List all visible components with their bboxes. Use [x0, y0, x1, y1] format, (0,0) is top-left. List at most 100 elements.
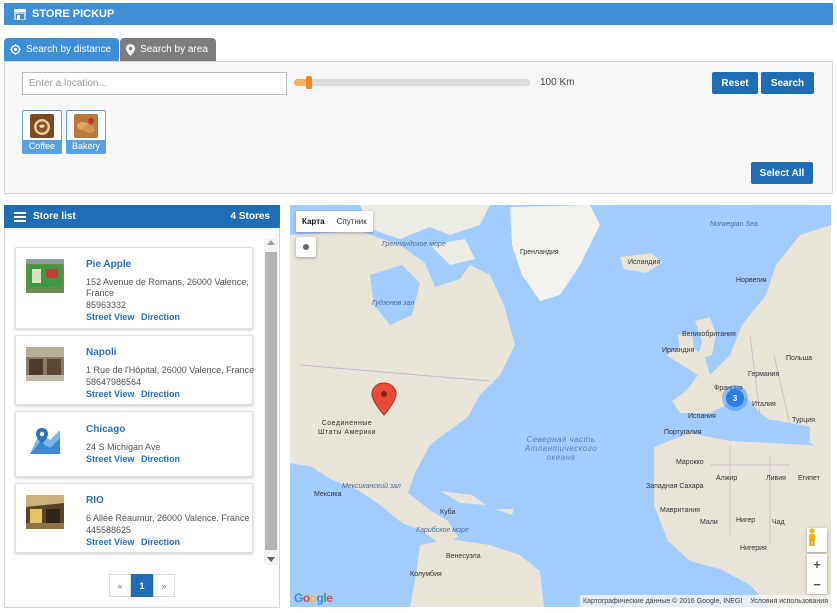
- map-label: Западная Сахара: [646, 483, 704, 490]
- store-map[interactable]: Гренландское море Гренландия Исландия No…: [290, 205, 831, 607]
- pagination: « 1 »: [109, 574, 175, 597]
- map-label: Исландия: [628, 259, 661, 266]
- direction-link[interactable]: Direction: [141, 537, 180, 547]
- map-label: Ливия: [766, 475, 786, 482]
- terms-link[interactable]: Условия использования: [750, 598, 828, 605]
- store-name[interactable]: Napoli: [86, 347, 117, 358]
- map-label: Мексика: [314, 491, 342, 498]
- search-button[interactable]: Search: [761, 72, 814, 94]
- map-label: Северная часть Атлантического океана: [524, 435, 598, 462]
- direction-link[interactable]: Direction: [141, 454, 180, 464]
- map-type-map-button[interactable]: Карта: [296, 211, 331, 232]
- direction-link[interactable]: Direction: [141, 389, 180, 399]
- map-label: Мексиканский зал: [342, 483, 401, 490]
- zoom-control: + −: [807, 554, 827, 594]
- google-logo: Google: [294, 591, 333, 605]
- map-label: Чад: [772, 519, 785, 526]
- search-tabs: Search by distance Search by area: [4, 38, 217, 61]
- direction-link[interactable]: Direction: [141, 312, 180, 322]
- map-label: Польша: [786, 355, 813, 362]
- map-label: Египет: [798, 475, 820, 482]
- category-bakery[interactable]: Bakery: [66, 110, 106, 154]
- store-list-title: Store list: [33, 211, 76, 222]
- map-label: Нигерия: [740, 545, 767, 552]
- store-card[interactable]: Chicago 24 S Michigan Ave Street View Di…: [15, 411, 253, 477]
- zoom-in-button[interactable]: +: [807, 554, 827, 574]
- page-title: STORE PICKUP: [32, 8, 115, 20]
- pagination-prev[interactable]: «: [109, 574, 131, 597]
- store-icon: [14, 8, 26, 20]
- slider-handle[interactable]: [306, 76, 312, 89]
- category-coffee[interactable]: Coffee: [22, 110, 62, 154]
- map-label: Соединенные Штаты Америки: [317, 420, 377, 436]
- map-type-satellite-button[interactable]: Спутник: [331, 211, 373, 232]
- street-view-link[interactable]: Street View: [86, 454, 134, 464]
- distance-slider[interactable]: [294, 76, 530, 89]
- map-label: Венесуэла: [446, 553, 481, 560]
- store-pickup-header: STORE PICKUP: [4, 3, 833, 25]
- store-name[interactable]: Chicago: [86, 424, 125, 435]
- store-name[interactable]: RIO: [86, 495, 104, 506]
- store-address: 24 S Michigan Ave: [86, 442, 161, 452]
- zoom-out-button[interactable]: −: [807, 574, 827, 594]
- tab-search-by-distance[interactable]: Search by distance: [4, 38, 120, 61]
- map-label: Гренландское море: [382, 241, 446, 248]
- map-label: Карибское море: [416, 527, 469, 534]
- crosshair-icon: [10, 44, 21, 55]
- map-label: Алжир: [716, 475, 738, 482]
- tab-label: Search by area: [140, 44, 208, 55]
- location-input[interactable]: [22, 72, 287, 95]
- map-label: Норвегия: [736, 277, 767, 284]
- map-label: Италия: [752, 401, 776, 408]
- store-count: 4 Stores: [230, 211, 270, 222]
- store-address: France: [86, 288, 115, 298]
- map-label: Куба: [440, 509, 456, 516]
- map-attribution: Картографические данные © 2016 Google, I…: [579, 595, 831, 607]
- store-card[interactable]: RIO 6 Allée Réaumur, 26000 Valence, Fran…: [15, 483, 253, 553]
- map-marker-icon: [126, 43, 136, 56]
- pagination-page-current[interactable]: 1: [131, 574, 153, 597]
- store-list-scrollbar[interactable]: [264, 238, 278, 565]
- category-label: Coffee: [23, 140, 61, 153]
- map-label: Турция: [792, 417, 815, 424]
- street-view-pegman-button[interactable]: [807, 528, 827, 552]
- map-label: Гренландия: [520, 249, 559, 256]
- tab-search-by-area[interactable]: Search by area: [120, 38, 216, 61]
- store-card[interactable]: Pie Apple 152 Avenue de Romans, 26000 Va…: [15, 247, 253, 329]
- scroll-up-arrow-icon[interactable]: [267, 240, 275, 245]
- store-phone: 58647986564: [86, 377, 142, 387]
- store-phone: 445588625: [86, 525, 132, 535]
- scroll-thumb[interactable]: [265, 252, 277, 550]
- map-label: Великобритания: [682, 331, 736, 338]
- store-card[interactable]: Napoli 1 Rue de l'Hôpital, 26000 Valence…: [15, 335, 255, 405]
- my-location-button[interactable]: [296, 237, 316, 257]
- distance-value: 100 Km: [540, 77, 575, 88]
- map-label: Norwegian Sea: [710, 221, 758, 228]
- street-view-link[interactable]: Street View: [86, 389, 134, 399]
- store-cluster-marker[interactable]: 3: [726, 389, 744, 407]
- reset-button[interactable]: Reset: [712, 72, 758, 94]
- category-label: Bakery: [67, 140, 105, 153]
- map-label: Нигер: [736, 517, 756, 524]
- street-view-link[interactable]: Street View: [86, 312, 134, 322]
- store-address: 1 Rue de l'Hôpital, 26000 Valence, Franc…: [86, 365, 255, 375]
- pagination-next[interactable]: »: [153, 574, 175, 597]
- map-label: Мавритания: [660, 507, 700, 514]
- map-label: Марокко: [676, 459, 704, 466]
- store-name[interactable]: Pie Apple: [86, 259, 131, 270]
- map-data-credit: Картографические данные © 2016 Google, I…: [582, 597, 743, 605]
- street-view-link[interactable]: Street View: [86, 537, 134, 547]
- map-label: Испания: [688, 413, 716, 420]
- map-label: Ирландия: [662, 347, 695, 354]
- list-icon: [14, 211, 26, 222]
- map-label: Португалия: [664, 429, 702, 436]
- location-dot-icon: [303, 244, 309, 250]
- store-list-header: Store list 4 Stores: [4, 205, 280, 228]
- scroll-down-arrow-icon[interactable]: [267, 557, 275, 562]
- store-phone: 85963332: [86, 300, 127, 310]
- store-photo: [26, 495, 64, 529]
- select-all-button[interactable]: Select All: [751, 162, 813, 184]
- map-type-control: Карта Спутник: [296, 211, 373, 232]
- map-label: Мали: [700, 519, 718, 526]
- bakery-icon: [74, 114, 98, 138]
